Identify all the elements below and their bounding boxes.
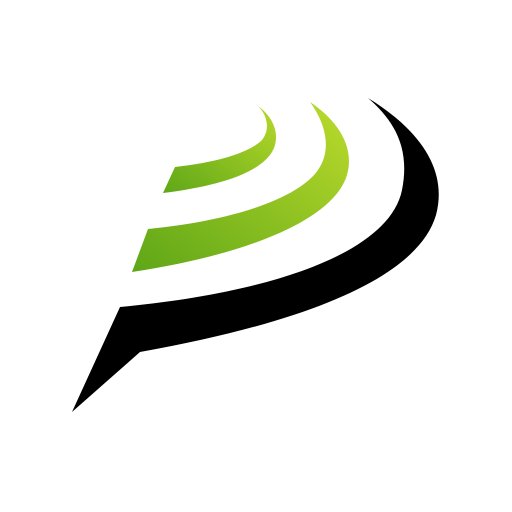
speech-bubble-signal-logo: [72, 98, 439, 412]
signal-arc-small: [163, 106, 277, 193]
speech-bubble-shape: [72, 98, 439, 412]
signal-arc-large: [132, 102, 349, 272]
app-icon-canvas: [0, 0, 512, 512]
